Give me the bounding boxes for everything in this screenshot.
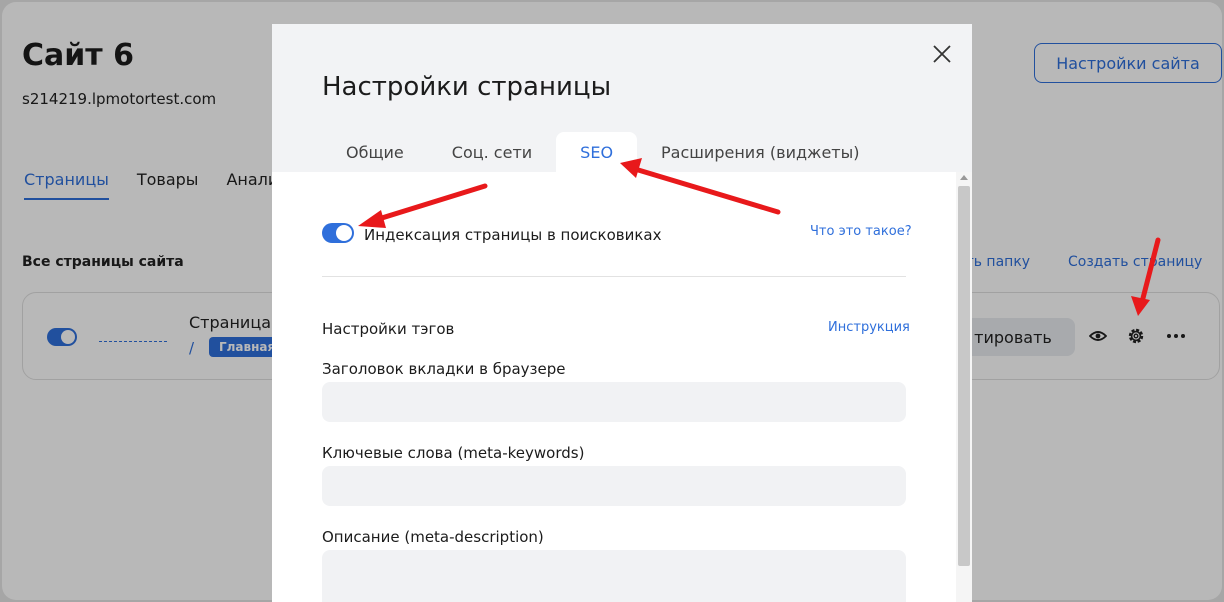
instruction-link[interactable]: Инструкция [828, 320, 910, 335]
divider [322, 276, 906, 277]
tab-extensions[interactable]: Расширения (виджеты) [637, 132, 883, 172]
browser-title-label: Заголовок вкладки в браузере [322, 360, 566, 378]
browser-title-input[interactable] [322, 382, 906, 422]
modal-scrollbar[interactable] [956, 172, 972, 602]
description-label: Описание (meta-description) [322, 528, 544, 546]
modal-title: Настройки страницы [322, 72, 612, 102]
scroll-up-arrow-icon[interactable] [960, 175, 968, 180]
keywords-label: Ключевые слова (meta-keywords) [322, 444, 585, 462]
seo-tab-content: Индексация страницы в поисковиках Что эт… [272, 172, 956, 602]
close-icon[interactable] [930, 42, 954, 66]
page-settings-modal: Настройки страницы Общие Соц. сети SEO Р… [272, 24, 972, 602]
scroll-thumb[interactable] [958, 186, 970, 566]
tab-general[interactable]: Общие [322, 132, 428, 172]
what-is-it-link[interactable]: Что это такое? [810, 224, 912, 239]
tags-settings-heading: Настройки тэгов [322, 320, 455, 338]
indexing-toggle[interactable] [322, 223, 354, 243]
indexing-label: Индексация страницы в поисковиках [364, 226, 662, 244]
modal-tabs: Общие Соц. сети SEO Расширения (виджеты) [322, 132, 883, 172]
tab-social[interactable]: Соц. сети [428, 132, 556, 172]
tab-seo[interactable]: SEO [556, 132, 638, 172]
keywords-input[interactable] [322, 466, 906, 506]
description-textarea[interactable] [322, 550, 906, 602]
